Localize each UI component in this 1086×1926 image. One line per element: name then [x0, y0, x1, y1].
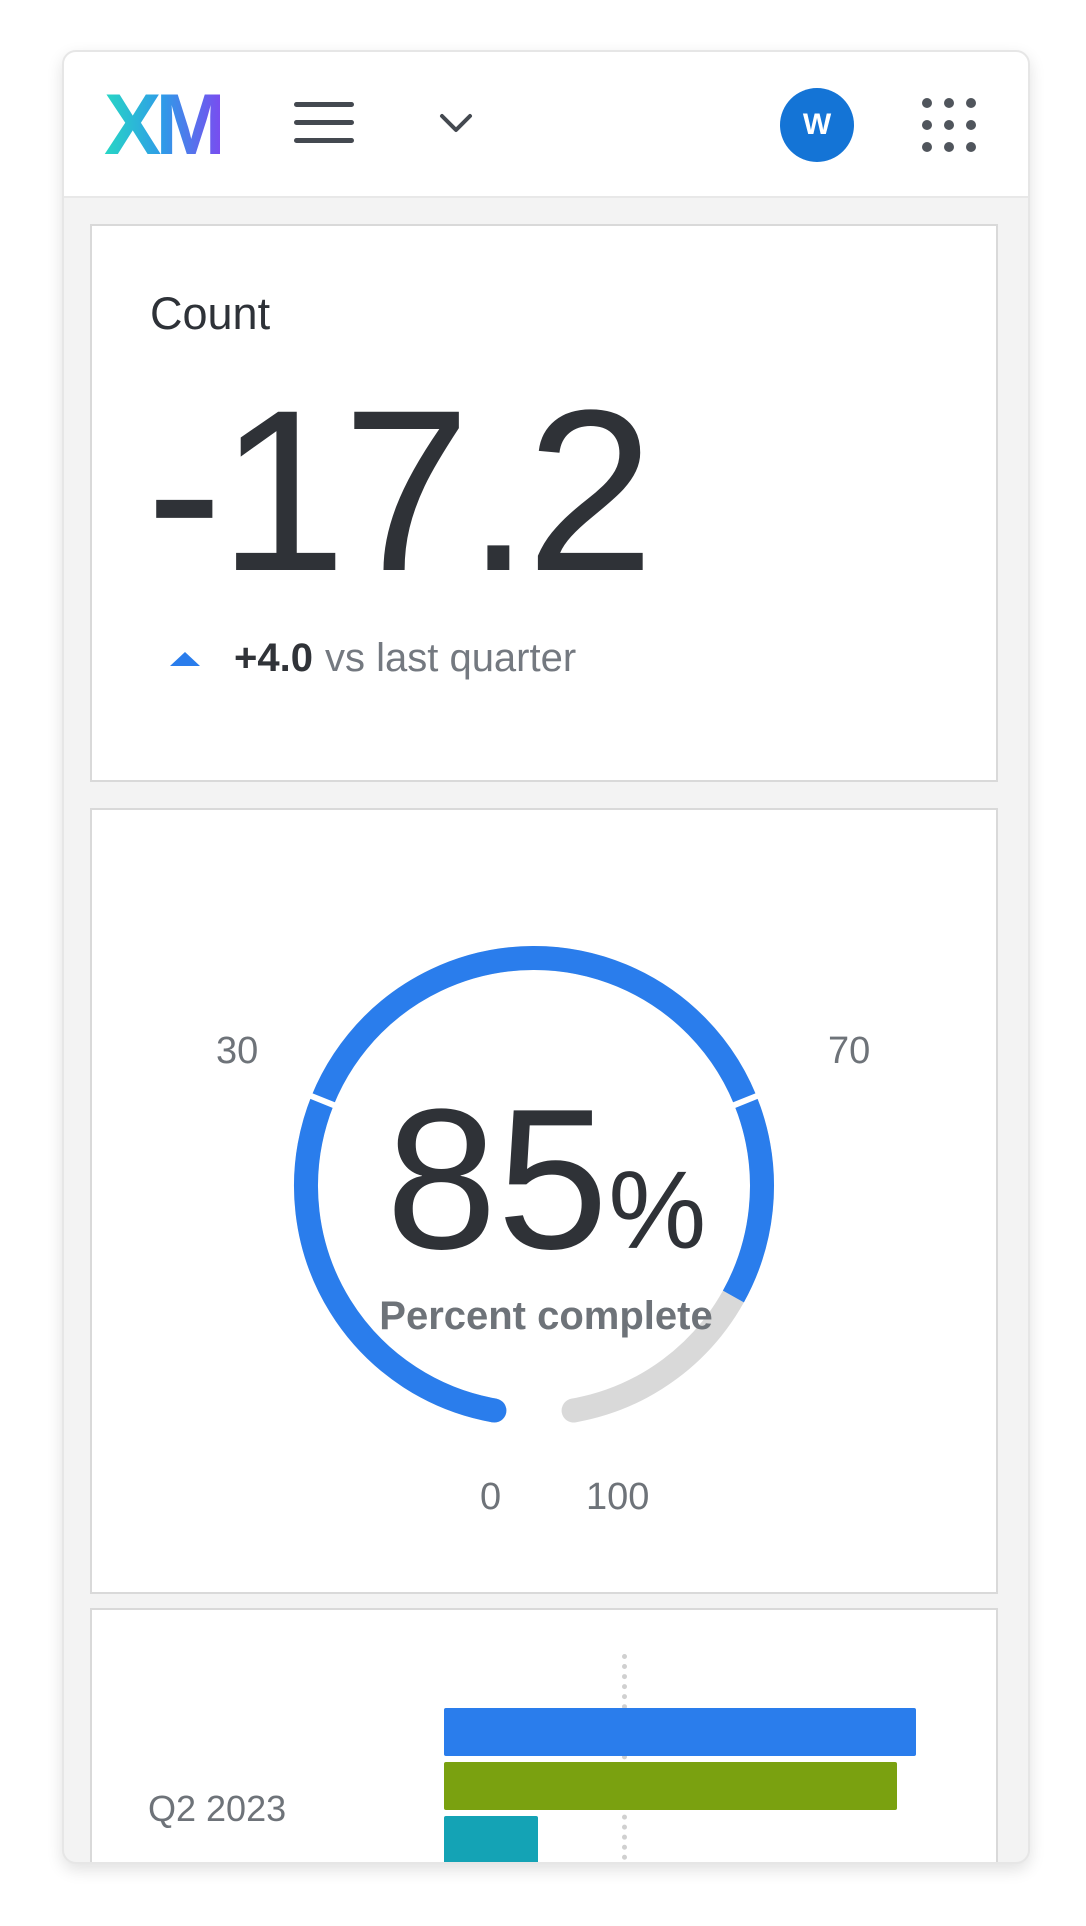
- delta-label: vs last quarter: [324, 636, 577, 680]
- app-grid-icon[interactable]: [922, 98, 976, 152]
- chevron-down-icon[interactable]: [436, 108, 476, 138]
- logo-text: XM: [104, 90, 220, 160]
- delta-value: +4.0: [234, 636, 313, 680]
- metric-value: -17.2: [146, 362, 654, 619]
- app-frame: XM W Count -17.2 +4.0 vs last quarter 30…: [62, 50, 1030, 1864]
- gauge-widget[interactable]: 30 70 0 100 85% Percent complete: [90, 808, 998, 1594]
- gauge-value: 85%: [92, 1080, 1000, 1280]
- trend-up-icon: [170, 651, 200, 666]
- reference-line: [622, 1654, 627, 1862]
- bar-series-3[interactable]: [444, 1816, 538, 1862]
- bar-chart-widget[interactable]: Q2 2023: [90, 1608, 998, 1862]
- bar-series-1[interactable]: [444, 1708, 916, 1756]
- user-avatar[interactable]: W: [780, 88, 854, 162]
- threshold-label-30: 30: [216, 1030, 259, 1072]
- menu-icon[interactable]: [294, 100, 356, 148]
- gauge-min-label: 0: [480, 1476, 502, 1518]
- gauge-number: 85: [385, 1068, 609, 1291]
- gauge-max-label: 100: [586, 1476, 650, 1518]
- category-label: Q2 2023: [148, 1788, 287, 1829]
- xm-logo[interactable]: XM: [104, 90, 220, 160]
- bar-series-2[interactable]: [444, 1762, 897, 1810]
- gauge-unit: %: [608, 1149, 707, 1272]
- gauge-start-cap: [482, 1398, 507, 1423]
- count-widget[interactable]: Count -17.2 +4.0 vs last quarter: [90, 224, 998, 782]
- gauge-caption: Percent complete: [379, 1294, 713, 1338]
- top-nav-bar: XM W: [64, 52, 1028, 198]
- delta-row: +4.0 vs last quarter: [170, 636, 576, 681]
- widget-title: Count: [150, 288, 271, 339]
- threshold-label-70: 70: [828, 1030, 871, 1072]
